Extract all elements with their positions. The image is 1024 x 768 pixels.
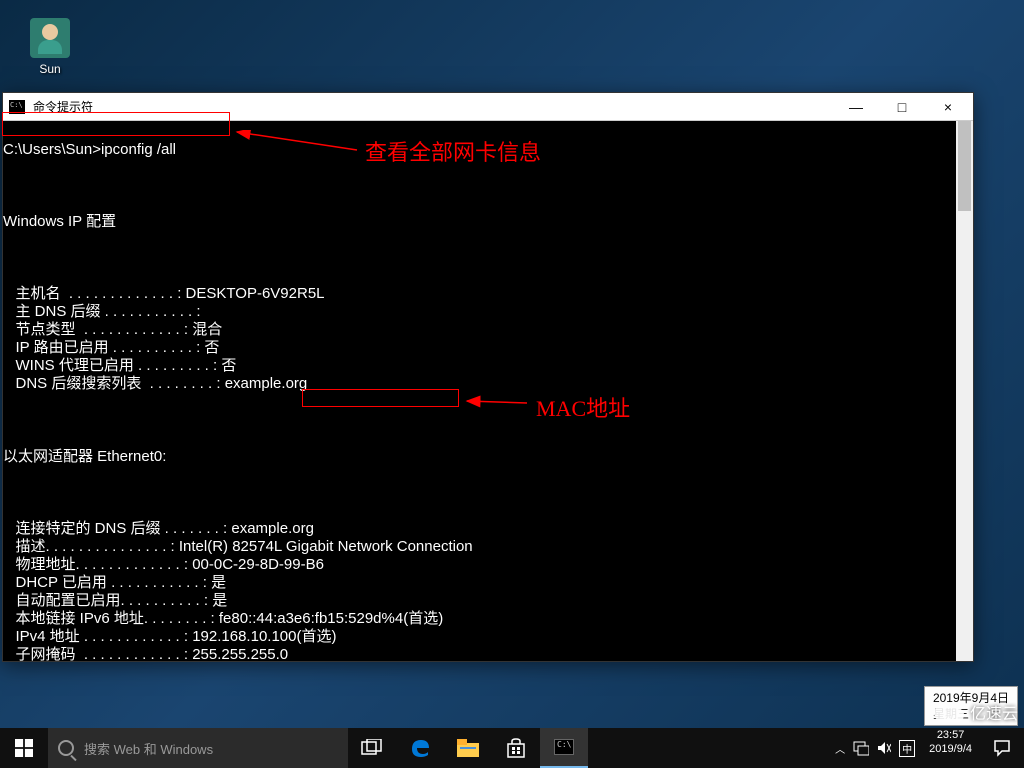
edge-button[interactable] <box>396 728 444 768</box>
config-label: 自动配置已启用. . . . . . . . . . : <box>3 592 208 609</box>
search-placeholder: 搜索 Web 和 Windows <box>84 739 213 758</box>
search-box[interactable]: 搜索 Web 和 Windows <box>48 728 348 768</box>
config-label: DNS 后缀搜索列表 . . . . . . . . : <box>3 375 221 392</box>
config-label: 连接特定的 DNS 后缀 . . . . . . . : <box>3 520 227 537</box>
config-value: example.org <box>221 375 308 392</box>
config-label: WINS 代理已启用 . . . . . . . . . : <box>3 357 217 374</box>
search-icon <box>58 740 74 756</box>
config-value: Intel(R) 82574L Gigabit Network Connecti… <box>175 538 473 555</box>
config-label: 物理地址. . . . . . . . . . . . . : <box>3 556 188 573</box>
config-row: 物理地址. . . . . . . . . . . . . : 00-0C-29… <box>3 556 973 574</box>
cloud-icon <box>934 702 964 722</box>
config-value: 是 <box>208 592 227 609</box>
config-label: IP 路由已启用 . . . . . . . . . . : <box>3 339 200 356</box>
clock-date: 2019/9/4 <box>929 742 972 756</box>
config-row: 子网掩码 . . . . . . . . . . . . : 255.255.2… <box>3 646 973 661</box>
network-icon[interactable] <box>853 740 869 756</box>
system-tray[interactable]: ︿ 中 <box>829 728 921 768</box>
store-button[interactable] <box>492 728 540 768</box>
config-row: 节点类型 . . . . . . . . . . . . : 混合 <box>3 321 973 339</box>
config-row: WINS 代理已启用 . . . . . . . . . : 否 <box>3 357 973 375</box>
notification-icon <box>993 739 1011 757</box>
scrollbar[interactable] <box>956 121 973 661</box>
config-value: 是 <box>207 574 226 591</box>
config-value: 255.255.255.0 <box>188 646 288 661</box>
config-value: DESKTOP-6V92R5L <box>181 285 324 302</box>
config-row: 自动配置已启用. . . . . . . . . . : 是 <box>3 592 973 610</box>
config-label: 本地链接 IPv6 地址. . . . . . . . : <box>3 610 215 627</box>
maximize-button[interactable]: □ <box>879 93 925 121</box>
config-label: 子网掩码 . . . . . . . . . . . . : <box>3 646 188 661</box>
titlebar[interactable]: 命令提示符 — □ × <box>3 93 973 121</box>
folder-icon <box>457 739 479 757</box>
cmd-window: 命令提示符 — □ × C:\Users\Sun>ipconfig /all W… <box>2 92 974 662</box>
config-row: DNS 后缀搜索列表 . . . . . . . . : example.org <box>3 375 973 393</box>
config-value: fe80::44:a3e6:fb15:529d%4(首选) <box>215 610 444 627</box>
config-row: 描述. . . . . . . . . . . . . . . : Intel(… <box>3 538 973 556</box>
store-icon <box>506 738 526 758</box>
watermark-text: 亿速云 <box>970 700 1018 724</box>
config-row: IPv4 地址 . . . . . . . . . . . . : 192.16… <box>3 628 973 646</box>
cmd-taskbar-button[interactable]: C:\ <box>540 728 588 768</box>
config-value: 混合 <box>188 321 222 338</box>
cmd-heading: Windows IP 配置 <box>3 213 973 231</box>
config-label: DHCP 已启用 . . . . . . . . . . . : <box>3 574 207 591</box>
edge-icon <box>409 737 431 759</box>
clock-time: 23:57 <box>929 728 972 742</box>
config-value: 00-0C-29-8D-99-B6 <box>188 556 324 573</box>
config-label: 主机名 . . . . . . . . . . . . . : <box>3 285 181 302</box>
cmd-prompt: C:\Users\Sun> <box>3 141 101 158</box>
cmd-body[interactable]: C:\Users\Sun>ipconfig /all Windows IP 配置… <box>3 121 973 661</box>
cmd-command: ipconfig /all <box>101 141 176 158</box>
desktop-icon-label: Sun <box>39 62 60 76</box>
config-value: 否 <box>200 339 219 356</box>
close-button[interactable]: × <box>925 93 971 121</box>
task-view-icon <box>361 739 383 757</box>
action-center-button[interactable] <box>980 728 1024 768</box>
config-row: 本地链接 IPv6 地址. . . . . . . . : fe80::44:a… <box>3 610 973 628</box>
config-label: 主 DNS 后缀 . . . . . . . . . . . : <box>3 303 201 320</box>
desktop-icon-sun[interactable]: Sun <box>20 18 80 76</box>
config-value: 否 <box>217 357 236 374</box>
minimize-button[interactable]: — <box>833 93 879 121</box>
watermark: 亿速云 <box>934 700 1018 724</box>
config-row: DHCP 已启用 . . . . . . . . . . . : 是 <box>3 574 973 592</box>
cmd-icon <box>9 100 25 114</box>
start-button[interactable] <box>0 728 48 768</box>
window-title: 命令提示符 <box>33 98 833 115</box>
config-row: 连接特定的 DNS 后缀 . . . . . . . : example.org <box>3 520 973 538</box>
config-label: 节点类型 . . . . . . . . . . . . : <box>3 321 188 338</box>
windows-icon <box>15 739 33 757</box>
volume-icon[interactable] <box>877 741 891 755</box>
config-value: 192.168.10.100(首选) <box>188 628 336 645</box>
config-value: example.org <box>227 520 314 537</box>
tray-chevron-icon[interactable]: ︿ <box>835 741 845 756</box>
config-label: IPv4 地址 . . . . . . . . . . . . : <box>3 628 188 645</box>
user-icon <box>30 18 70 58</box>
scrollbar-thumb[interactable] <box>958 121 971 211</box>
taskbar-spacer <box>588 728 829 768</box>
taskbar: 搜索 Web 和 Windows C:\ ︿ 中 23:57 2019/9/4 <box>0 728 1024 768</box>
config-label: 描述. . . . . . . . . . . . . . . : <box>3 538 175 555</box>
config-row: IP 路由已启用 . . . . . . . . . . : 否 <box>3 339 973 357</box>
config-row: 主机名 . . . . . . . . . . . . . : DESKTOP-… <box>3 285 973 303</box>
cmd-taskbar-icon: C:\ <box>554 739 574 755</box>
task-view-button[interactable] <box>348 728 396 768</box>
ime-icon[interactable]: 中 <box>899 740 915 757</box>
config-row: 主 DNS 后缀 . . . . . . . . . . . : <box>3 303 973 321</box>
taskbar-clock[interactable]: 23:57 2019/9/4 <box>921 728 980 768</box>
adapter-heading: 以太网适配器 Ethernet0: <box>3 448 973 466</box>
explorer-button[interactable] <box>444 728 492 768</box>
